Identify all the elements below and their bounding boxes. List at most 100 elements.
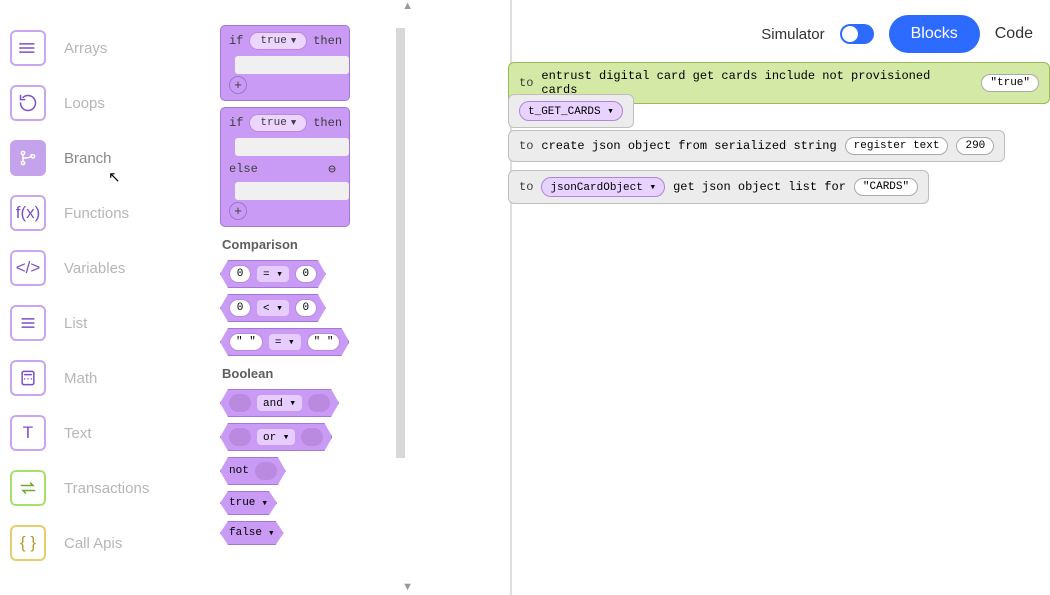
operator-dropdown[interactable]: = ▾ <box>269 334 301 350</box>
loop-icon <box>10 85 46 121</box>
calculator-icon <box>10 360 46 396</box>
sidebar-item-list[interactable]: List <box>10 305 210 341</box>
left-slot[interactable]: 0 <box>229 265 251 283</box>
if-then-block[interactable]: if true▼ then + <box>220 25 350 101</box>
text-icon: T <box>10 415 46 451</box>
branch-icon <box>10 140 46 176</box>
or-dropdown[interactable]: or ▾ <box>257 429 295 445</box>
false-block[interactable]: false ▾ <box>220 521 284 545</box>
list-icon <box>10 30 46 66</box>
then-keyword: then <box>313 34 342 48</box>
operand-slot[interactable] <box>255 462 277 480</box>
sidebar-item-label: Math <box>64 370 97 387</box>
left-slot[interactable] <box>229 394 251 412</box>
sidebar-item-arrays[interactable]: Arrays <box>10 30 210 66</box>
to-label: to <box>519 76 533 90</box>
if-then-else-block[interactable]: if true▼ then else ⊖ + <box>220 107 350 227</box>
not-block[interactable]: not <box>220 457 286 485</box>
value-chip[interactable]: "CARDS" <box>854 178 918 196</box>
condition-dropdown[interactable]: true▼ <box>249 114 307 132</box>
operator-dropdown[interactable]: < ▾ <box>257 300 289 316</box>
variable-dropdown[interactable]: jsonCardObject ▾ <box>541 177 665 197</box>
not-keyword: not <box>229 465 249 477</box>
and-block[interactable]: and ▾ <box>220 389 339 417</box>
true-block[interactable]: true ▾ <box>220 491 277 515</box>
variables-icon: </> <box>10 250 46 286</box>
right-slot[interactable]: 0 <box>295 299 317 317</box>
compare-lt-block[interactable]: 0 < ▾ 0 <box>220 294 326 322</box>
block-body-slot[interactable] <box>235 56 349 74</box>
else-keyword: else <box>229 162 258 176</box>
section-comparison: Comparison <box>222 237 510 252</box>
then-keyword: then <box>313 116 342 130</box>
condition-dropdown[interactable]: true▼ <box>249 32 307 50</box>
sidebar-item-transactions[interactable]: Transactions <box>10 470 210 506</box>
chevron-down-icon: ▾ <box>649 182 656 194</box>
left-slot[interactable]: " " <box>229 333 263 351</box>
value-chip[interactable]: "true" <box>981 74 1039 92</box>
right-slot[interactable]: " " <box>307 333 341 351</box>
remove-branch-button[interactable]: ⊖ <box>323 160 341 178</box>
block-body-slot[interactable] <box>235 182 349 200</box>
simulator-toggle[interactable] <box>840 24 874 44</box>
palette-scrollbar[interactable] <box>396 28 405 458</box>
sidebar-item-label: Transactions <box>64 480 149 497</box>
sidebar-item-label: Functions <box>64 205 129 222</box>
sidebar-item-functions[interactable]: f(x) Functions <box>10 195 210 231</box>
scroll-down-icon[interactable]: ▼ <box>402 581 413 593</box>
code-button[interactable]: Code <box>995 25 1033 43</box>
value-chip[interactable]: 290 <box>956 137 994 155</box>
api-icon: { } <box>10 525 46 561</box>
add-branch-button[interactable]: + <box>229 202 247 220</box>
sidebar-item-text[interactable]: T Text <box>10 415 210 451</box>
workspace-block[interactable]: to create json object from serialized st… <box>508 130 1005 162</box>
block-body-slot[interactable] <box>235 138 349 156</box>
chevron-down-icon: ▾ <box>268 526 275 540</box>
left-slot[interactable] <box>229 428 251 446</box>
category-sidebar: Arrays Loops Branch f(x) Functions </> V… <box>10 0 210 561</box>
right-slot[interactable] <box>308 394 330 412</box>
to-label: to <box>519 139 533 153</box>
chevron-down-icon: ▼ <box>291 36 296 46</box>
chevron-down-icon: ▼ <box>291 118 296 128</box>
right-slot[interactable]: 0 <box>295 265 317 283</box>
sidebar-item-label: Call Apis <box>64 535 122 552</box>
compare-eq-block[interactable]: 0 = ▾ 0 <box>220 260 326 288</box>
list-icon <box>10 305 46 341</box>
workspace-block[interactable]: t_GET_CARDS ▾ <box>508 94 634 128</box>
workspace-block[interactable]: to jsonCardObject ▾ get json object list… <box>508 170 929 204</box>
and-dropdown[interactable]: and ▾ <box>257 395 302 411</box>
blocks-button[interactable]: Blocks <box>889 15 980 53</box>
fx-icon: f(x) <box>10 195 46 231</box>
top-toolbar: Simulator Blocks Code <box>761 15 1033 53</box>
sidebar-item-label: List <box>64 315 87 332</box>
sidebar-item-branch[interactable]: Branch <box>10 140 210 176</box>
sidebar-item-loops[interactable]: Loops <box>10 85 210 121</box>
compare-str-eq-block[interactable]: " " = ▾ " " <box>220 328 349 356</box>
sidebar-item-label: Branch <box>64 150 112 167</box>
chevron-down-icon: ▾ <box>607 106 614 118</box>
section-boolean: Boolean <box>222 366 510 381</box>
variable-dropdown[interactable]: t_GET_CARDS ▾ <box>519 101 623 121</box>
or-block[interactable]: or ▾ <box>220 423 332 451</box>
sidebar-item-label: Variables <box>64 260 125 277</box>
block-body: entrust digital card get cards include n… <box>541 69 973 97</box>
sidebar-item-callapis[interactable]: { } Call Apis <box>10 525 210 561</box>
left-slot[interactable]: 0 <box>229 299 251 317</box>
sidebar-item-label: Loops <box>64 95 105 112</box>
right-slot[interactable] <box>301 428 323 446</box>
if-keyword: if <box>229 34 243 48</box>
to-label: to <box>519 180 533 194</box>
block-body: get json object list for <box>673 180 846 194</box>
block-palette: ▲ ▼ if true▼ then + if true▼ then else ⊖… <box>220 0 510 595</box>
block-body: create json object from serialized strin… <box>541 139 836 153</box>
if-keyword: if <box>229 116 243 130</box>
chevron-down-icon: ▾ <box>261 496 268 510</box>
sidebar-item-variables[interactable]: </> Variables <box>10 250 210 286</box>
sidebar-item-label: Arrays <box>64 40 107 57</box>
add-branch-button[interactable]: + <box>229 76 247 94</box>
operator-dropdown[interactable]: = ▾ <box>257 266 289 282</box>
arg-chip[interactable]: register text <box>845 137 949 155</box>
scroll-up-icon[interactable]: ▲ <box>402 0 413 12</box>
sidebar-item-math[interactable]: Math <box>10 360 210 396</box>
